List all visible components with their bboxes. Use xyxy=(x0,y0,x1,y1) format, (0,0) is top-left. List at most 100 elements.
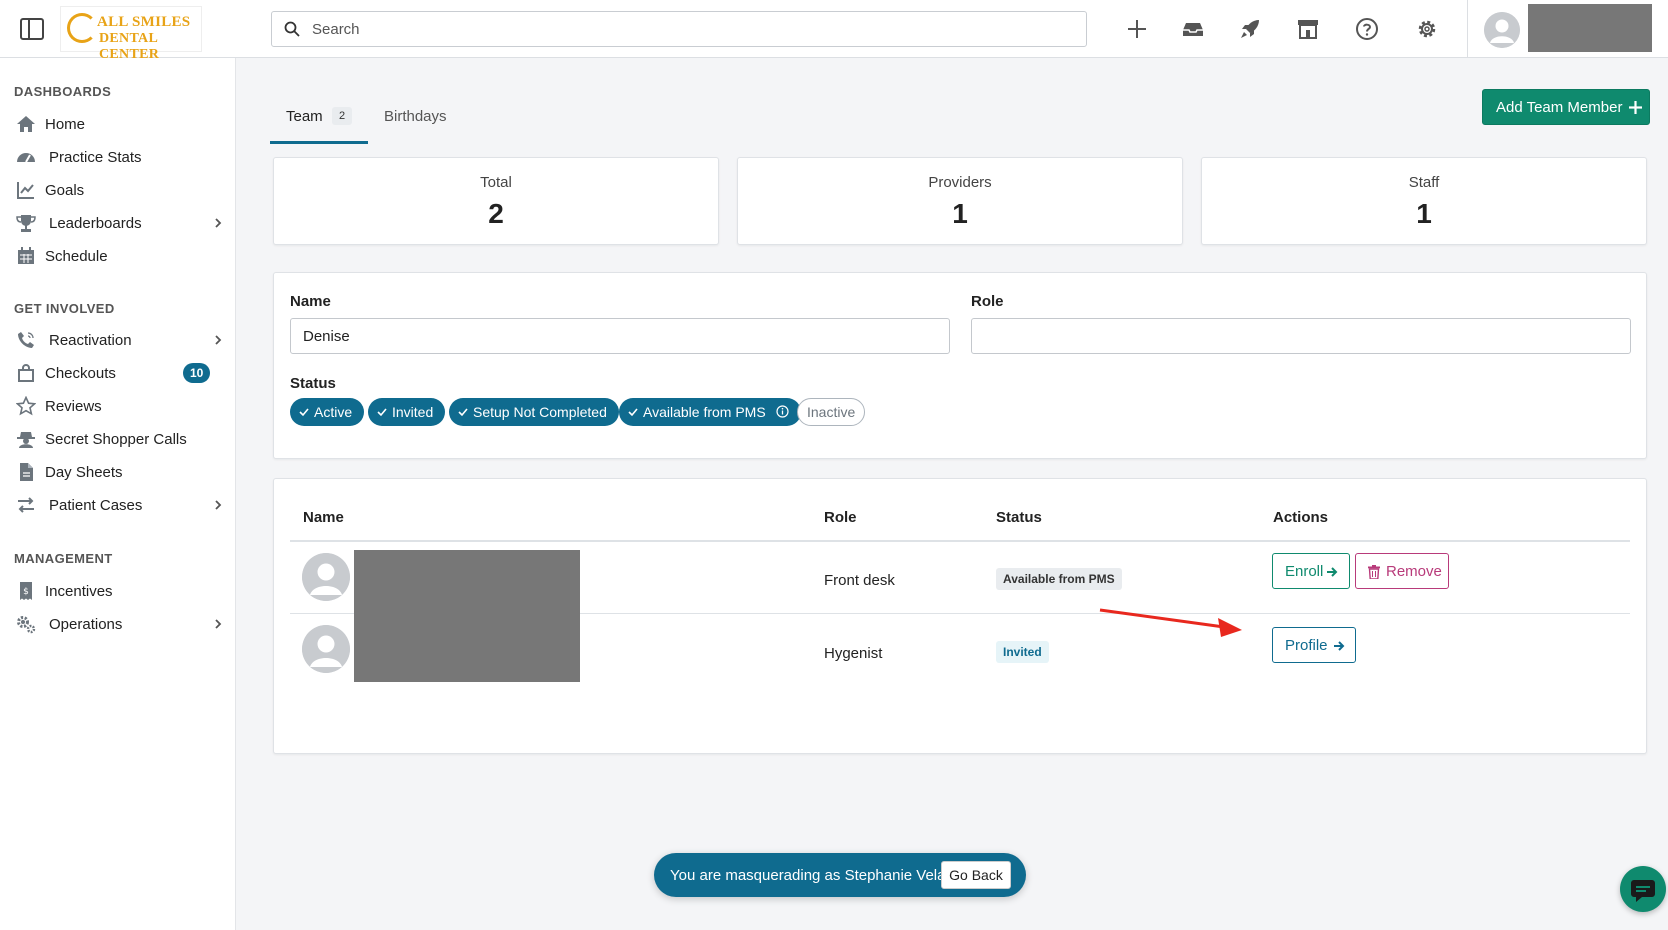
plus-icon[interactable] xyxy=(1125,17,1149,41)
redacted-user-name xyxy=(1528,4,1652,52)
team-count-badge: 2 xyxy=(332,107,352,125)
sidebar-item-patient-cases[interactable]: Patient Cases xyxy=(0,491,236,519)
practice-logo[interactable]: ALL SMILES DENTAL CENTER xyxy=(60,6,202,62)
sidebar-item-label: Schedule xyxy=(45,248,108,265)
sidebar-item-practice-stats[interactable]: Practice Stats xyxy=(0,143,236,171)
sidebar-item-label: Goals xyxy=(45,182,85,199)
search-input[interactable] xyxy=(312,12,1072,46)
chip-label: Inactive xyxy=(807,404,856,420)
chevron-right-icon xyxy=(215,500,222,510)
stat-label: Providers xyxy=(928,174,992,191)
stat-value: 1 xyxy=(952,198,968,229)
enroll-button[interactable]: Enroll xyxy=(1272,553,1350,589)
chevron-right-icon xyxy=(215,335,222,345)
section-title-dashboards: DASHBOARDS xyxy=(14,84,112,99)
member-avatar xyxy=(302,625,350,673)
user-avatar-icon xyxy=(302,625,350,673)
star-icon xyxy=(16,396,36,416)
status-badge: Available from PMS xyxy=(996,568,1122,590)
add-team-member-button[interactable]: Add Team Member xyxy=(1482,89,1650,125)
remove-button[interactable]: Remove xyxy=(1355,553,1449,589)
trophy-icon xyxy=(16,215,36,232)
status-chip-available-from-pms[interactable]: Available from PMS xyxy=(619,398,801,426)
profile-label: Profile xyxy=(1285,636,1328,654)
name-filter-input[interactable] xyxy=(290,318,950,354)
gear-icon[interactable] xyxy=(1415,17,1439,41)
filter-card: Name Role Status Active Invited Setup No… xyxy=(273,272,1647,459)
check-icon xyxy=(377,408,387,417)
column-header-role: Role xyxy=(824,509,857,526)
stat-card-staff: Staff 1 xyxy=(1201,157,1647,245)
arrow-right-icon xyxy=(1327,567,1338,577)
sidebar-item-day-sheets[interactable]: Day Sheets xyxy=(0,458,236,486)
status-chip-invited[interactable]: Invited xyxy=(368,398,446,426)
go-back-button[interactable]: Go Back xyxy=(941,861,1011,889)
section-title-management: MANAGEMENT xyxy=(14,551,113,566)
stat-label: Total xyxy=(480,174,512,191)
redacted-member-names xyxy=(354,550,580,682)
sidebar-item-reviews[interactable]: Reviews xyxy=(0,392,236,420)
sidebar-item-label: Home xyxy=(45,116,86,133)
sidebar-item-schedule[interactable]: Schedule xyxy=(0,242,236,270)
chevron-right-icon xyxy=(215,619,222,629)
role-filter-label: Role xyxy=(971,293,1004,310)
search-icon xyxy=(284,21,300,37)
stat-card-total: Total 2 xyxy=(273,157,719,245)
sidebar-item-reactivation[interactable]: Reactivation xyxy=(0,326,236,354)
member-role: Hygenist xyxy=(824,645,883,662)
section-title-get-involved: GET INVOLVED xyxy=(14,301,115,316)
sidebar-item-home[interactable]: Home xyxy=(0,110,236,138)
sidebar-item-operations[interactable]: Operations xyxy=(0,610,236,638)
sidebar-item-checkouts[interactable]: Checkouts 10 xyxy=(0,359,236,387)
chat-button[interactable] xyxy=(1620,866,1666,912)
rocket-icon[interactable] xyxy=(1238,17,1262,41)
status-chip-active[interactable]: Active xyxy=(290,398,365,426)
sidebar-item-label: Reviews xyxy=(45,398,102,415)
check-icon xyxy=(458,408,468,417)
stat-label: Staff xyxy=(1408,174,1440,191)
sidebar-item-label: Secret Shopper Calls xyxy=(45,431,187,448)
help-icon[interactable] xyxy=(1355,17,1379,41)
arrow-right-icon xyxy=(1334,641,1345,651)
sidebar-item-leaderboards[interactable]: Leaderboards xyxy=(0,209,236,237)
svg-text:$: $ xyxy=(23,587,29,597)
column-header-name: Name xyxy=(303,509,344,526)
user-avatar[interactable] xyxy=(1484,12,1520,48)
sidebar-item-label: Checkouts xyxy=(45,365,116,382)
check-icon xyxy=(299,408,309,417)
sidebar-item-incentives[interactable]: $ Incentives xyxy=(0,577,236,605)
inbox-icon[interactable] xyxy=(1181,17,1205,41)
store-icon[interactable] xyxy=(1296,17,1320,41)
status-badge: Invited xyxy=(996,641,1049,663)
receipt-icon: $ xyxy=(20,582,32,600)
sidebar-item-label: Reactivation xyxy=(49,332,132,349)
checkouts-count-badge: 10 xyxy=(183,363,211,383)
header-divider xyxy=(290,540,1630,542)
trash-icon xyxy=(1368,565,1380,579)
tab-birthdays[interactable]: Birthdays xyxy=(384,108,447,125)
team-table: Name Role Status Actions Front desk Avai… xyxy=(273,478,1647,754)
sidebar-toggle-icon[interactable] xyxy=(20,18,44,40)
status-chip-setup-not-completed[interactable]: Setup Not Completed xyxy=(449,398,619,426)
profile-button[interactable]: Profile xyxy=(1272,627,1356,663)
exchange-icon xyxy=(18,497,34,513)
column-header-status: Status xyxy=(996,509,1042,526)
search-box[interactable] xyxy=(271,11,1087,47)
remove-label: Remove xyxy=(1386,562,1442,580)
sidebar-item-secret-shopper-calls[interactable]: Secret Shopper Calls xyxy=(0,425,236,453)
phone-icon xyxy=(18,332,34,348)
status-chip-inactive[interactable]: Inactive xyxy=(797,398,866,426)
tab-team[interactable]: Team xyxy=(286,108,323,125)
plus-icon xyxy=(1629,101,1642,114)
info-icon[interactable] xyxy=(775,405,789,418)
shopping-bag-icon xyxy=(18,364,34,382)
role-filter-input[interactable] xyxy=(971,318,1631,354)
logo-swoosh-icon xyxy=(67,13,97,43)
masquerade-text: You are masquerading as Stephanie Vela xyxy=(670,867,946,884)
sidebar-item-goals[interactable]: Goals xyxy=(0,176,236,204)
gauge-icon xyxy=(17,153,35,163)
chip-label: Setup Not Completed xyxy=(473,404,607,420)
stat-value: 2 xyxy=(488,198,504,229)
sidebar: DASHBOARDS Home Practice Stats Goals Lea… xyxy=(0,58,236,930)
active-tab-indicator xyxy=(270,141,368,144)
